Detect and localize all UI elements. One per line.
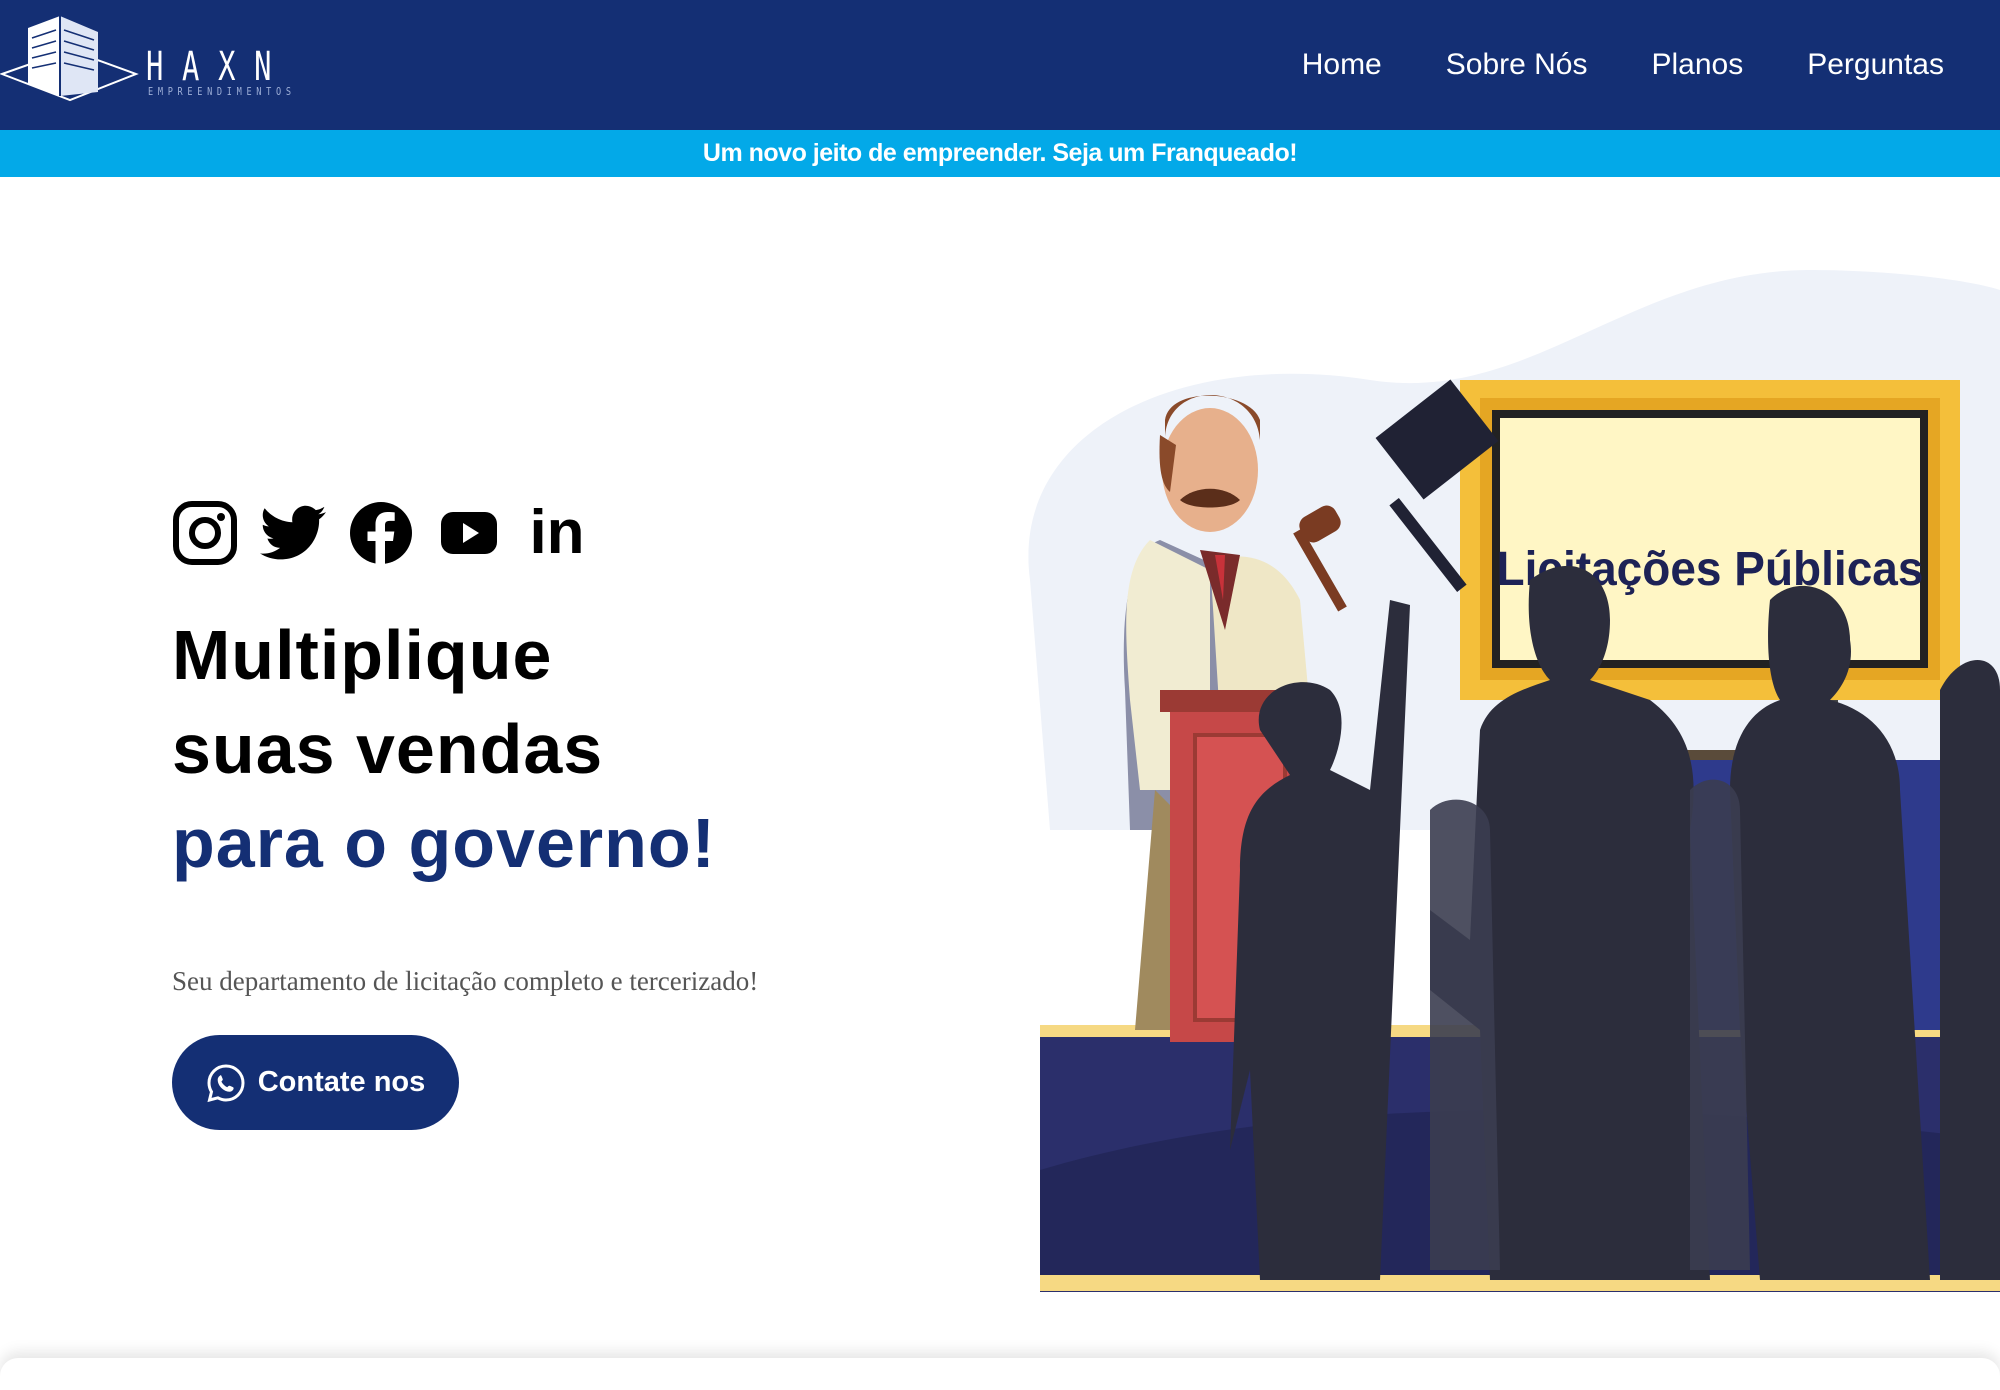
headline-line-1: Multiplique	[172, 616, 553, 694]
headline-line-2: suas vendas	[172, 710, 604, 788]
whatsapp-icon	[207, 1063, 245, 1102]
auction-illustration: Licitações Públicas	[1028, 270, 2000, 1292]
nav-perguntas[interactable]: Perguntas	[1807, 48, 1944, 82]
hero-headline: Multiplique suas vendas para o governo!	[172, 608, 716, 890]
instagram-icon[interactable]	[172, 500, 238, 566]
logo[interactable]: HAXN EMPREENDIMENTOS	[0, 10, 350, 120]
nav-home[interactable]: Home	[1302, 48, 1382, 82]
headline-line-3: para o governo!	[172, 804, 716, 882]
contact-button-label: Contate nos	[257, 1066, 426, 1098]
linkedin-icon[interactable]: in	[524, 500, 590, 566]
next-section-card	[0, 1358, 2000, 1390]
promo-banner: Um novo jeito de empreender. Seja um Fra…	[0, 130, 2000, 177]
main-nav: Home Sobre Nós Planos Perguntas	[1302, 0, 1944, 130]
nav-sobre-nos[interactable]: Sobre Nós	[1446, 48, 1588, 82]
hero-subtitle: Seu departamento de licitação completo e…	[172, 966, 759, 996]
facebook-icon[interactable]	[348, 500, 414, 566]
youtube-icon[interactable]	[436, 500, 502, 566]
twitter-icon[interactable]	[260, 500, 326, 566]
nav-planos[interactable]: Planos	[1652, 48, 1744, 82]
site-header: HAXN EMPREENDIMENTOS Home Sobre Nós Plan…	[0, 0, 2000, 130]
logo-subtitle: EMPREENDIMENTOS	[148, 85, 296, 98]
logo-word: HAXN	[146, 44, 291, 90]
social-icons: in	[172, 500, 590, 566]
building-logo-icon	[0, 16, 139, 102]
contact-button[interactable]: Contate nos	[172, 1035, 459, 1130]
